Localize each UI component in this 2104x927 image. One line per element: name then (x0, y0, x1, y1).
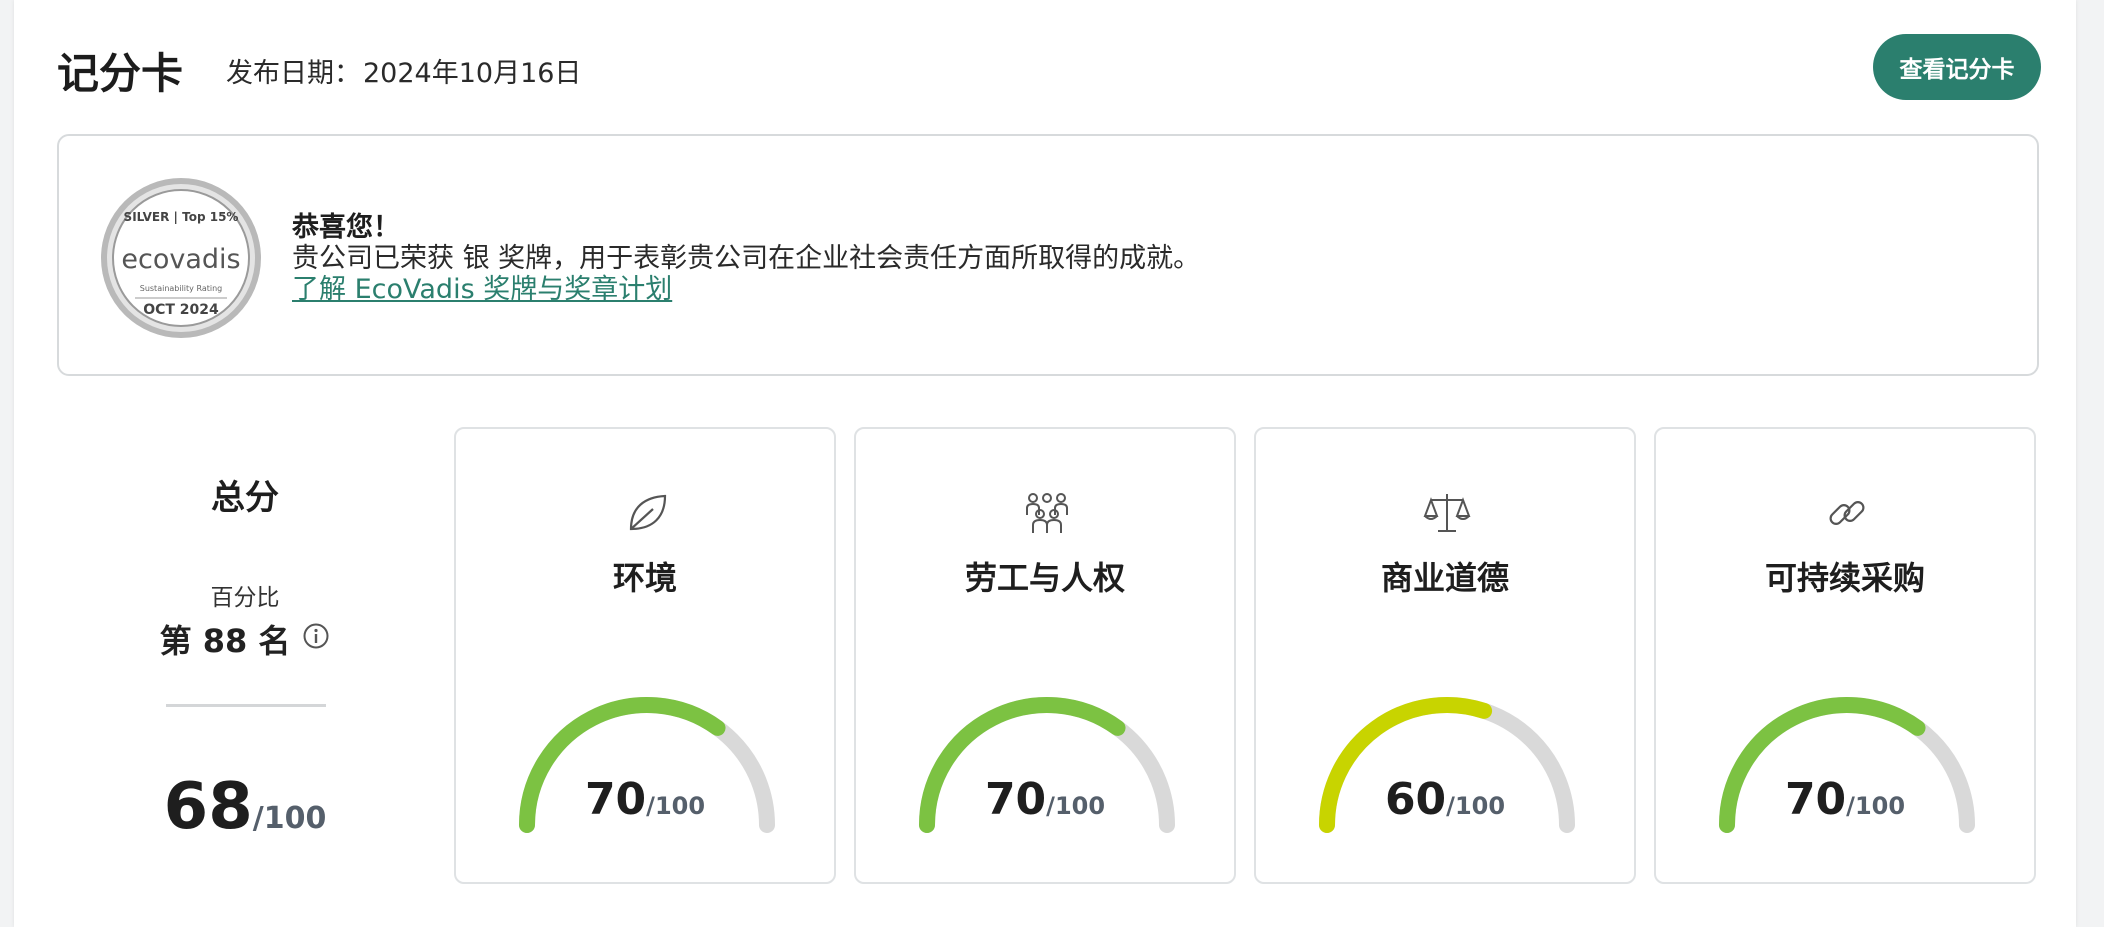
award-description: 贵公司已荣获 银 奖牌，用于表彰贵公司在企业社会责任方面所取得的成就。 (292, 243, 1201, 274)
leaf-icon (629, 494, 667, 531)
theme-score-number: 70 (984, 774, 1047, 825)
theme-score-max: /100 (1846, 792, 1906, 820)
page-title: 记分卡 (57, 49, 184, 98)
theme-name: 商业道德 (1380, 559, 1509, 597)
percentile-rank-row: 第 88 名 (130, 616, 360, 662)
gauge (1319, 697, 1575, 833)
overall-score-number: 68 (163, 770, 253, 844)
medal-brand: ecovadis (121, 244, 240, 275)
percentile-label: 百分比 (210, 585, 280, 611)
chain-link-icon (1829, 501, 1865, 525)
theme-card-labor-human-rights[interactable]: 劳工与人权 70/100 (854, 427, 1236, 884)
gauge (519, 697, 775, 833)
award-heading: 恭喜您！ (292, 212, 400, 243)
theme-card-sustainable-procurement[interactable]: 可持续采购 70/100 (1654, 427, 2036, 884)
award-card: SILVER | Top 15% ecovadis Sustainability… (57, 134, 2039, 376)
overall-score-title: 总分 (211, 478, 279, 518)
theme-name: 劳工与人权 (964, 559, 1125, 597)
overall-score-value: 68/100 (130, 770, 360, 844)
info-icon[interactable] (302, 622, 330, 650)
theme-name: 环境 (612, 559, 677, 597)
overall-score-section: 总分 百分比 第 88 名 68/100 (130, 420, 360, 880)
people-icon (1026, 493, 1068, 533)
view-scorecard-button[interactable]: 查看记分卡 (1873, 34, 2041, 100)
award-text: 恭喜您！ 贵公司已荣获 银 奖牌，用于表彰贵公司在企业社会责任方面所取得的成就。… (292, 212, 1200, 306)
medal-tier: SILVER | Top 15% (124, 210, 239, 224)
gauge (919, 697, 1175, 833)
theme-score-number: 60 (1384, 774, 1447, 825)
theme-score: 70/100 (856, 774, 1234, 825)
theme-card-ethics[interactable]: 商业道德 60/100 (1254, 427, 1636, 884)
theme-score-number: 70 (584, 774, 647, 825)
silver-medal-badge: SILVER | Top 15% ecovadis Sustainability… (101, 178, 261, 338)
theme-card-environment[interactable]: 环境 70/100 (454, 427, 836, 884)
publish-date-label: 发布日期： (226, 58, 361, 89)
overall-divider (166, 704, 326, 707)
medal-rating-label: Sustainability Rating (140, 284, 223, 293)
medal-program-link[interactable]: 了解 EcoVadis 奖牌与奖章计划 (292, 274, 1200, 306)
publish-date: 发布日期：2024年10月16日 (226, 51, 581, 90)
overall-score-max: /100 (252, 801, 327, 836)
publish-date-value: 2024年10月16日 (363, 58, 582, 89)
theme-score: 70/100 (456, 774, 834, 825)
theme-score-number: 70 (1784, 774, 1847, 825)
theme-score-max: /100 (1446, 792, 1506, 820)
percentile-rank: 第 88 名 (159, 622, 291, 660)
scales-icon (1423, 494, 1471, 532)
theme-score-max: /100 (646, 792, 706, 820)
medal-date: OCT 2024 (143, 302, 219, 318)
theme-score: 70/100 (1656, 774, 2034, 825)
theme-name: 可持续采购 (1764, 559, 1925, 597)
gauge (1719, 697, 1975, 833)
theme-score-max: /100 (1046, 792, 1106, 820)
theme-score: 60/100 (1256, 774, 1634, 825)
